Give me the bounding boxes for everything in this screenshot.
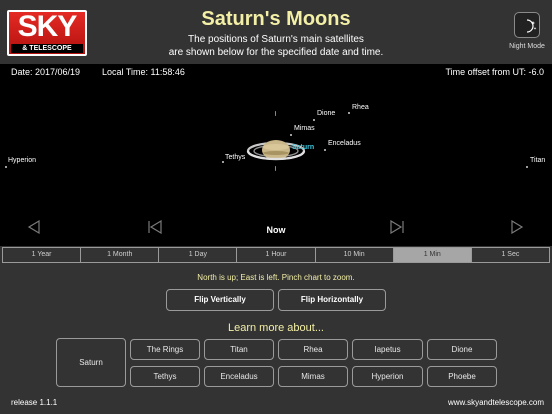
- south-tick: [275, 166, 276, 171]
- enceladus-dot[interactable]: [324, 149, 326, 151]
- rhea-label[interactable]: Rhea: [352, 104, 369, 111]
- logo-text: SKY: [17, 10, 78, 43]
- learn-rhea-button[interactable]: Rhea: [278, 339, 348, 360]
- orientation-hint: North is up; East is left. Pinch chart t…: [197, 273, 355, 282]
- forward-large-icon[interactable]: [510, 220, 524, 234]
- learn-more-heading: Learn more about...: [227, 322, 324, 334]
- saturn-planet: [246, 140, 306, 161]
- step-back-icon[interactable]: [147, 220, 163, 234]
- now-button[interactable]: Now: [256, 225, 296, 235]
- sky-telescope-logo: SKY & TELESCOPE: [7, 10, 87, 56]
- step-1-month[interactable]: 1 Month: [81, 248, 160, 262]
- night-mode-button[interactable]: [514, 12, 540, 38]
- release-version: release 1.1.1: [11, 398, 58, 407]
- hyperion-label[interactable]: Hyperion: [8, 157, 36, 164]
- night-mode-label: Night Mode: [509, 43, 545, 50]
- learn-phoebe-button[interactable]: Phoebe: [427, 366, 497, 387]
- titan-label[interactable]: Titan: [530, 157, 545, 164]
- step-1-min[interactable]: 1 Min: [393, 248, 472, 262]
- learn-hyperion-button[interactable]: Hyperion: [352, 366, 423, 387]
- subtitle-line-2: are shown below for the specified date a…: [168, 47, 384, 58]
- learn-saturn-button[interactable]: Saturn: [56, 338, 126, 387]
- dione-label[interactable]: Dione: [317, 110, 335, 117]
- local-time-display[interactable]: Local Time: 11:58:46: [102, 67, 185, 77]
- learn-rings-button[interactable]: The Rings: [130, 339, 200, 360]
- moon-chart[interactable]: Date: 2017/06/19 Local Time: 11:58:46 Ti…: [0, 64, 552, 246]
- step-1-sec[interactable]: 1 Sec: [472, 248, 549, 262]
- back-large-icon[interactable]: [27, 220, 41, 234]
- enceladus-label[interactable]: Enceladus: [328, 140, 361, 147]
- dione-dot[interactable]: [313, 119, 315, 121]
- step-10-min[interactable]: 10 Min: [316, 248, 394, 262]
- learn-dione-button[interactable]: Dione: [427, 339, 497, 360]
- learn-tethys-button[interactable]: Tethys: [130, 366, 200, 387]
- step-1-day[interactable]: 1 Day: [159, 248, 238, 262]
- north-tick: [275, 111, 276, 116]
- learn-iapetus-button[interactable]: Iapetus: [352, 339, 423, 360]
- header: SKY & TELESCOPE Saturn's Moons The posit…: [0, 0, 552, 64]
- hyperion-dot[interactable]: [5, 166, 7, 168]
- step-1-hour[interactable]: 1 Hour: [237, 248, 316, 262]
- tethys-label[interactable]: Tethys: [225, 154, 245, 161]
- mimas-dot[interactable]: [290, 134, 292, 136]
- tethys-dot[interactable]: [222, 161, 224, 163]
- website-link[interactable]: www.skyandtelescope.com: [448, 398, 544, 407]
- mimas-label[interactable]: Mimas: [294, 125, 315, 132]
- step-forward-icon[interactable]: [389, 220, 405, 234]
- saturn-label[interactable]: Saturn: [292, 144, 314, 151]
- page-subtitle: The positions of Saturn's main satellite…: [120, 33, 432, 59]
- flip-horizontally-button[interactable]: Flip Horizontally: [278, 289, 386, 311]
- titan-dot[interactable]: [526, 166, 528, 168]
- ut-offset-display[interactable]: Time offset from UT: -6.0: [445, 67, 544, 77]
- learn-mimas-button[interactable]: Mimas: [278, 366, 348, 387]
- moon-stars-icon: [526, 19, 537, 33]
- time-step-selector: 1 Year 1 Month 1 Day 1 Hour 10 Min 1 Min…: [2, 247, 550, 263]
- learn-enceladus-button[interactable]: Enceladus: [204, 366, 274, 387]
- logo-subtext: & TELESCOPE: [11, 44, 83, 53]
- page-title: Saturn's Moons: [201, 8, 351, 30]
- learn-titan-button[interactable]: Titan: [204, 339, 274, 360]
- flip-vertically-button[interactable]: Flip Vertically: [166, 289, 274, 311]
- rhea-dot[interactable]: [348, 112, 350, 114]
- subtitle-line-1: The positions of Saturn's main satellite…: [188, 34, 364, 45]
- step-1-year[interactable]: 1 Year: [3, 248, 82, 262]
- date-display[interactable]: Date: 2017/06/19: [11, 67, 80, 77]
